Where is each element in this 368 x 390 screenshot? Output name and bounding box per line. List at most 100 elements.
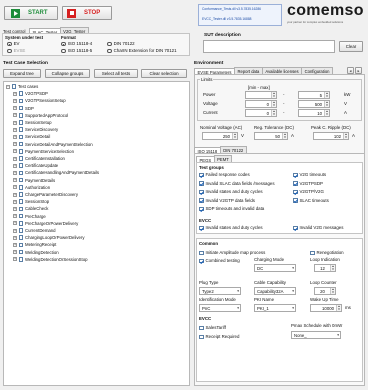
tree-item[interactable]: + SupportedAppProtocol [13, 113, 68, 118]
limit-max-input[interactable]: 10 ▴ ▾ [298, 109, 330, 117]
test-group-checkbox[interactable]: V2GTPSDP [293, 181, 323, 186]
pmax-schedule-select[interactable]: None_ ▾ [291, 331, 341, 339]
tree-item[interactable]: + PaymentDetails [13, 178, 55, 183]
expand-icon[interactable]: + [13, 113, 17, 118]
test-group-checkbox[interactable]: V2GTP/V2G [293, 189, 324, 195]
sut-description-input[interactable] [203, 40, 335, 53]
expand-icon[interactable]: + [13, 127, 17, 132]
radio-ev[interactable] [7, 41, 12, 47]
limit-min-input[interactable]: ▴ ▾ [245, 91, 277, 99]
initiate-amplitude-checkbox[interactable]: Initiate Amplitude map process [199, 250, 265, 256]
expand-icon[interactable]: + [13, 149, 17, 154]
spinner-icon[interactable]: ▴ ▾ [282, 133, 287, 139]
renegotiation-checkbox[interactable]: Renegotiation [310, 250, 344, 256]
start-button[interactable]: START [4, 6, 58, 20]
test-group-checkbox[interactable]: Failed response codes [199, 172, 250, 178]
expand-icon[interactable]: + [13, 106, 17, 111]
expand-icon[interactable]: + [13, 228, 17, 233]
tree-item[interactable]: + SDP [13, 106, 34, 111]
spinner-icon[interactable]: ▴ ▾ [343, 133, 348, 139]
stop-button[interactable]: STOP [62, 6, 112, 20]
wake-up-time-input[interactable]: 10000 ▴ ▾ [310, 304, 342, 312]
expand-icon[interactable]: + [13, 185, 17, 190]
radio-evse[interactable] [7, 48, 12, 54]
spinner-icon[interactable]: ▴ ▾ [324, 110, 329, 116]
evcc-invalid-v2g[interactable]: Invalid V2G messages [293, 225, 343, 231]
spinner-icon[interactable]: ▴ ▾ [271, 110, 276, 116]
test-group-checkbox[interactable]: Invalid states and duty cycles [199, 189, 263, 195]
tree-item[interactable]: + CertificateUpdate [13, 163, 58, 168]
loop-indication-input[interactable]: 12 ▴ ▾ [314, 264, 336, 272]
tree-item[interactable]: + ServiceDetail [13, 134, 50, 139]
expand-icon[interactable]: + [13, 91, 17, 96]
format-charin-extension[interactable]: CharIN Extension for DIN 70121 [107, 48, 177, 54]
receipt-required-checkbox[interactable]: Receipt Required [199, 334, 239, 340]
tree-item[interactable]: + ServiceDiscovery [13, 127, 58, 132]
test-group-checkbox[interactable]: Invalid SLAC data fields /messages [199, 181, 275, 186]
tree-item[interactable]: + ChargingLoopOrPowerDelivery [13, 235, 84, 240]
test-group-checkbox[interactable]: V2G timeouts [293, 172, 326, 178]
tree-item[interactable]: + CableCheck [13, 206, 48, 211]
tree-item[interactable]: + PreChargeOrPowerDelivery [13, 221, 78, 226]
tree-item[interactable]: + SessionStop [13, 199, 49, 204]
tree-item[interactable]: + SessionSetup [13, 120, 52, 125]
spinner-icon[interactable]: ▴ ▾ [324, 92, 329, 98]
expand-icon[interactable]: + [13, 192, 17, 197]
expand-icon[interactable]: + [13, 142, 17, 147]
charging-mode-select[interactable]: DC ▾ [254, 264, 296, 272]
tree-item[interactable]: + WeldingDetectionOrSessionStop [13, 257, 88, 262]
identification-mode-select[interactable]: PnC ▾ [199, 304, 241, 312]
expand-icon[interactable]: + [13, 242, 17, 247]
format-din-70122[interactable]: DIN 70122 [107, 41, 135, 47]
collapse-icon[interactable]: − [6, 84, 10, 89]
clear-sut-button[interactable]: Clear [339, 41, 363, 52]
spinner-icon[interactable]: ▴ ▾ [232, 133, 237, 139]
expand-icon[interactable]: + [13, 199, 17, 204]
spinner-icon[interactable]: ▴ ▾ [324, 101, 329, 107]
limit-min-input[interactable]: 0 ▴ ▾ [245, 100, 277, 108]
tree-item[interactable]: + CertificateHandlingAndPaymentDetails [13, 170, 99, 175]
test-group-checkbox[interactable]: SDP timeouts and invalid data [199, 206, 264, 212]
tab-scroll-left-button[interactable]: ◂ [347, 67, 354, 74]
spinner-icon[interactable]: ▴ ▾ [271, 101, 276, 107]
tree-item[interactable]: + CertificateInstallation [13, 156, 65, 161]
expand-icon[interactable]: + [13, 257, 17, 262]
peak-ripple-input[interactable]: 102 ▴ ▾ [313, 132, 349, 140]
test-case-tree[interactable]: − Test cases + V2GTPSDP + V2GTPSessionSetup + S… [3, 81, 190, 386]
expand-icon[interactable]: + [13, 178, 17, 183]
clear-selection-button[interactable]: Clear selection [141, 69, 187, 78]
plug-type-select[interactable]: Type2 ▾ [199, 287, 241, 295]
expand-icon[interactable]: + [13, 206, 17, 211]
expand-icon[interactable]: + [13, 98, 17, 103]
expand-icon[interactable]: + [13, 163, 17, 168]
tree-item[interactable]: + V2GTPSDP [13, 91, 48, 96]
tree-item[interactable]: + PaymentServiceSelection [13, 149, 74, 154]
test-group-checkbox[interactable]: SLAC timeouts [293, 198, 329, 203]
tree-item[interactable]: + ChargeParameterDiscovery [13, 192, 78, 197]
tree-item[interactable]: + MeteringReceipt [13, 242, 56, 247]
format-iso-15118-4[interactable]: ISO 15118-4 [61, 41, 92, 47]
tab-scroll-right-button[interactable]: ▸ [355, 67, 362, 74]
tree-item[interactable]: + PreCharge [13, 214, 46, 219]
spinner-icon[interactable]: ▴ ▾ [330, 265, 335, 271]
spinner-icon[interactable]: ▴ ▾ [336, 305, 341, 311]
tree-item[interactable]: + ServiceDetailAndPaymentSelection [13, 142, 93, 147]
collapse-groups-button[interactable]: Collapse groups [45, 69, 90, 78]
cable-capability-select[interactable]: Capability32A ▾ [254, 287, 296, 295]
limit-max-input[interactable]: 5 ▴ ▾ [298, 91, 330, 99]
format-iso-15118-5[interactable]: ISO 15118-5 [61, 48, 92, 54]
expand-icon[interactable]: + [13, 170, 17, 175]
combined-testing-checkbox[interactable]: Combined testing [199, 258, 240, 264]
limit-min-input[interactable]: 0 ▴ ▾ [245, 109, 277, 117]
nominal-voltage-input[interactable]: 250 ▴ ▾ [202, 132, 238, 140]
spinner-icon[interactable]: ▴ ▾ [330, 288, 335, 294]
select-all-tests-button[interactable]: Select all tests [94, 69, 138, 78]
tree-item[interactable]: + WeldingDetection [13, 250, 59, 255]
limit-max-input[interactable]: 500 ▴ ▾ [298, 100, 330, 108]
expand-icon[interactable]: + [13, 156, 17, 161]
tree-item[interactable]: + CurrentDemand [13, 228, 56, 233]
tree-item[interactable]: + V2GTPSessionSetup [13, 98, 66, 103]
expand-tree-button[interactable]: Expand tree [3, 69, 41, 78]
test-group-checkbox[interactable]: Invalid V2GTP data fields [199, 198, 255, 203]
evcc-invalid-states[interactable]: Invalid states and duty cycles [199, 225, 263, 231]
